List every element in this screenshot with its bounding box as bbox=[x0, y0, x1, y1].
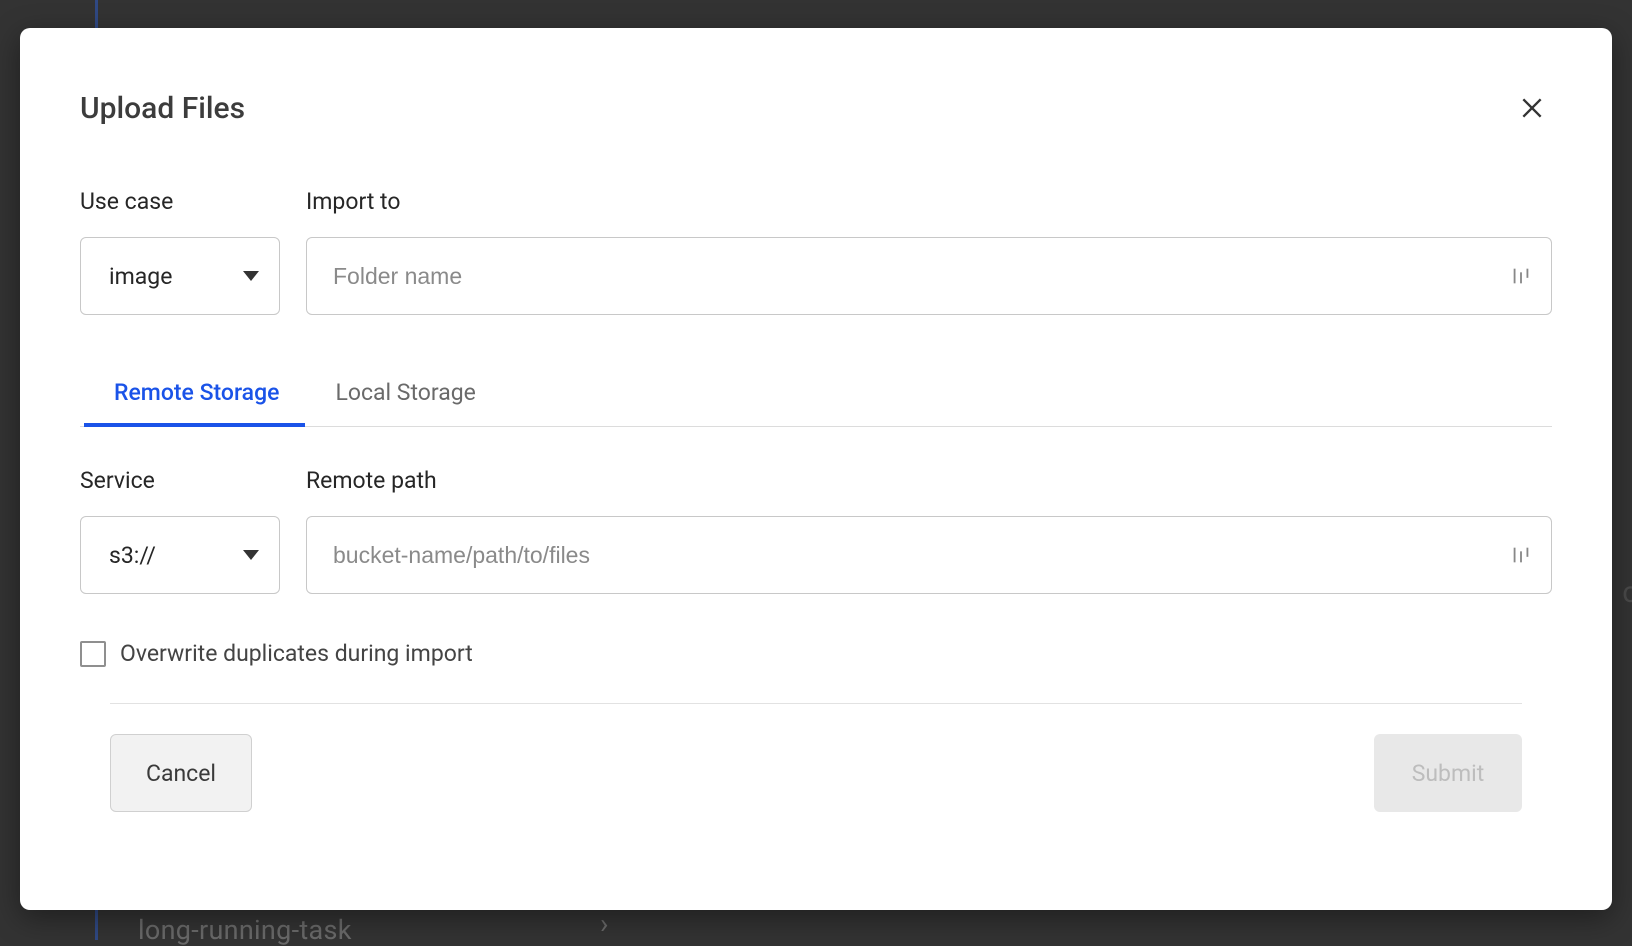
service-field: Service s3:// bbox=[80, 467, 280, 594]
caret-down-icon bbox=[243, 550, 259, 560]
service-label: Service bbox=[80, 467, 280, 494]
bars-icon[interactable] bbox=[1510, 543, 1532, 567]
chevron-right-icon: › bbox=[600, 907, 608, 940]
cancel-button[interactable]: Cancel bbox=[110, 734, 252, 812]
close-icon bbox=[1519, 95, 1545, 121]
use-case-field: Use case image bbox=[80, 188, 280, 315]
footer-divider bbox=[110, 703, 1522, 704]
import-to-label: Import to bbox=[306, 188, 1552, 215]
submit-button[interactable]: Submit bbox=[1374, 734, 1522, 812]
use-case-select[interactable]: image bbox=[80, 237, 280, 315]
use-case-label: Use case bbox=[80, 188, 280, 215]
row-service-remotepath: Service s3:// Remote path bbox=[80, 467, 1552, 594]
service-select[interactable]: s3:// bbox=[80, 516, 280, 594]
service-value: s3:// bbox=[109, 542, 156, 569]
caret-down-icon bbox=[243, 271, 259, 281]
storage-tabs: Remote Storage Local Storage bbox=[80, 365, 1552, 427]
use-case-value: image bbox=[109, 263, 172, 290]
modal-title: Upload Files bbox=[80, 91, 245, 126]
modal-header: Upload Files bbox=[80, 88, 1552, 128]
row-usecase-importto: Use case image Import to bbox=[80, 188, 1552, 315]
remote-path-field: Remote path bbox=[306, 467, 1552, 594]
overwrite-checkbox[interactable] bbox=[80, 641, 106, 667]
modal-footer: Cancel Submit bbox=[80, 734, 1552, 812]
import-to-field: Import to bbox=[306, 188, 1552, 315]
remote-path-input[interactable] bbox=[306, 516, 1552, 594]
tab-local-storage[interactable]: Local Storage bbox=[331, 365, 479, 426]
bars-icon[interactable] bbox=[1510, 264, 1532, 288]
bg-list-item-hint: long-running-task bbox=[138, 914, 352, 946]
overwrite-label: Overwrite duplicates during import bbox=[120, 640, 473, 667]
remote-path-label: Remote path bbox=[306, 467, 1552, 494]
import-to-input[interactable] bbox=[306, 237, 1552, 315]
bg-right-letter: c bbox=[1622, 575, 1632, 610]
close-button[interactable] bbox=[1512, 88, 1552, 128]
tab-remote-storage[interactable]: Remote Storage bbox=[110, 365, 283, 426]
upload-files-modal: Upload Files Use case image Import to bbox=[20, 28, 1612, 910]
overwrite-row: Overwrite duplicates during import bbox=[80, 640, 1552, 667]
